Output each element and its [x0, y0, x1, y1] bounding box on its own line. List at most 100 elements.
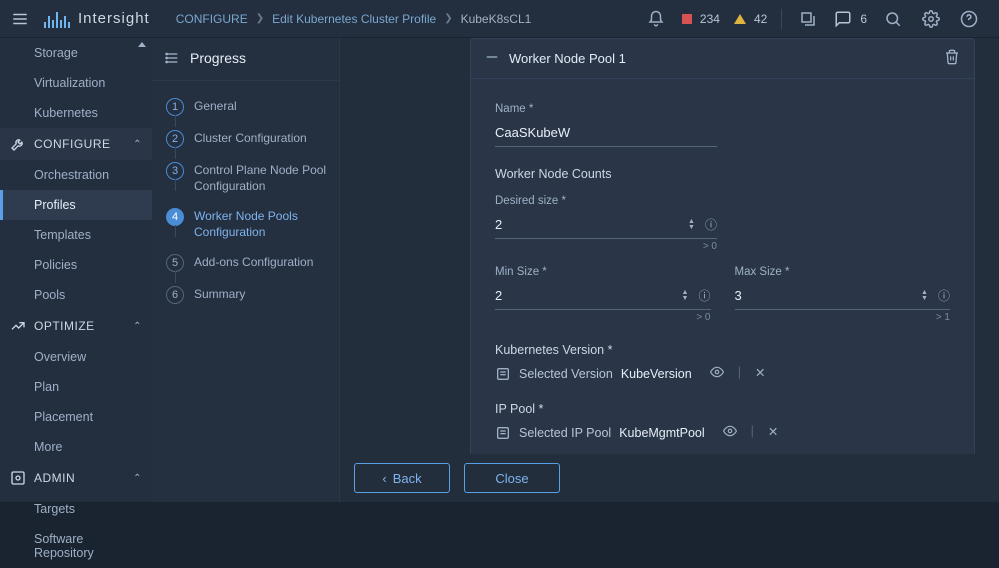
breadcrumb-mid[interactable]: Edit Kubernetes Cluster Profile — [272, 12, 436, 26]
info-icon[interactable]: ⓘ — [698, 287, 710, 304]
step-general[interactable]: 1General — [166, 91, 329, 123]
sidebar-item-kubernetes[interactable]: Kubernetes — [0, 98, 152, 128]
desired-input-wrap: ▲▼ ⓘ — [495, 211, 717, 239]
sidebar-item-templates[interactable]: Templates — [0, 220, 152, 250]
progress-header: Progress — [152, 38, 339, 81]
chevron-right-icon: ❯ — [256, 13, 264, 24]
k8s-version-label: Kubernetes Version * — [495, 343, 950, 357]
close-label: Close — [495, 471, 528, 486]
min-input[interactable] — [495, 282, 678, 309]
step-number: 4 — [166, 208, 184, 226]
step-label: Summary — [194, 286, 245, 303]
warning-count: 42 — [754, 12, 767, 26]
search-icon[interactable] — [881, 7, 905, 31]
alert-errors[interactable]: 234 — [682, 12, 720, 26]
selected-ip-chip: Selected IP Pool KubeMgmtPool | ✕ — [495, 424, 950, 441]
selected-ip-prefix: Selected IP Pool — [519, 426, 611, 440]
sidebar-item-policies[interactable]: Policies — [0, 250, 152, 280]
name-input-wrap — [495, 119, 717, 147]
min-label: Min Size * — [495, 266, 711, 278]
sidebar-group-admin[interactable]: ADMIN ⌃ — [0, 462, 152, 494]
selected-ip-value: KubeMgmtPool — [619, 426, 704, 440]
bell-icon[interactable] — [644, 7, 668, 31]
sidebar-item-targets[interactable]: Targets — [0, 494, 152, 524]
max-input-wrap: ▲▼ ⓘ — [735, 282, 951, 310]
step-addons[interactable]: 5Add-ons Configuration — [166, 247, 329, 279]
sidebar-group-optimize[interactable]: OPTIMIZE ⌃ — [0, 310, 152, 342]
step-label: Cluster Configuration — [194, 130, 307, 147]
alert-warnings[interactable]: 42 — [734, 12, 767, 26]
panel-header: Worker Node Pool 1 — [471, 39, 974, 79]
max-helper: > 1 — [735, 312, 951, 323]
counts-section-label: Worker Node Counts — [495, 167, 950, 181]
eye-icon[interactable] — [719, 424, 741, 441]
step-label: Control Plane Node Pool Configuration — [194, 162, 329, 194]
sidebar-item-placement[interactable]: Placement — [0, 402, 152, 432]
close-button[interactable]: Close — [464, 463, 560, 493]
sidebar: Storage Virtualization Kubernetes CONFIG… — [0, 38, 152, 502]
gear-icon[interactable] — [919, 7, 943, 31]
max-input[interactable] — [735, 282, 918, 309]
close-icon[interactable]: ✕ — [751, 365, 769, 382]
hamburger-icon[interactable] — [8, 7, 32, 31]
chevron-right-icon: ❯ — [444, 13, 452, 24]
back-label: Back — [393, 471, 422, 486]
error-icon — [682, 14, 692, 24]
sidebar-item-plan[interactable]: Plan — [0, 372, 152, 402]
step-worker-pools[interactable]: 4Worker Node Pools Configuration — [166, 201, 329, 247]
brand-text: Intersight — [78, 10, 150, 27]
footer-bar: ‹ Back Close — [340, 454, 999, 502]
content-column: Worker Node Pool 1 Name * Worker Node Co… — [340, 38, 999, 502]
brand-logo[interactable]: Intersight — [42, 10, 152, 28]
chat-button[interactable]: 6 — [834, 10, 867, 28]
chat-count: 6 — [860, 12, 867, 26]
sidebar-group-label: ADMIN — [34, 471, 75, 485]
progress-column: Progress 1General 2 Cluster Configuration… — [152, 38, 340, 502]
max-label: Max Size * — [735, 266, 951, 278]
scroll-up-icon[interactable] — [136, 38, 148, 50]
sidebar-group-configure[interactable]: CONFIGURE ⌃ — [0, 128, 152, 160]
step-number: 2 — [166, 130, 184, 148]
step-number: 6 — [166, 286, 184, 304]
selected-version-chip: Selected Version KubeVersion | ✕ — [495, 365, 950, 382]
sidebar-item-pools[interactable]: Pools — [0, 280, 152, 310]
chevron-up-icon: ⌃ — [133, 473, 142, 484]
chip-actions: | ✕ — [719, 424, 783, 441]
sidebar-item-storage[interactable]: Storage — [0, 38, 152, 68]
worker-node-pool-panel: Worker Node Pool 1 Name * Worker Node Co… — [470, 38, 975, 502]
step-summary[interactable]: 6 Summary — [166, 279, 329, 311]
sidebar-item-software-repository[interactable]: Software Repository — [0, 524, 152, 568]
stepper-icons[interactable]: ▲▼ — [678, 290, 693, 302]
desired-label: Desired size * — [495, 195, 717, 207]
policy-icon — [495, 425, 511, 441]
main-area: Storage Virtualization Kubernetes CONFIG… — [0, 38, 999, 502]
step-number: 1 — [166, 98, 184, 116]
back-button[interactable]: ‹ Back — [354, 463, 450, 493]
info-icon[interactable]: ⓘ — [705, 216, 717, 233]
breadcrumb-root[interactable]: CONFIGURE — [176, 12, 248, 26]
topbar: Intersight CONFIGURE ❯ Edit Kubernetes C… — [0, 0, 999, 38]
collapse-icon[interactable] — [485, 50, 499, 67]
name-input[interactable] — [495, 119, 717, 146]
sidebar-item-more[interactable]: More — [0, 432, 152, 462]
step-cluster-config[interactable]: 2 Cluster Configuration — [166, 123, 329, 155]
stepper-icons[interactable]: ▲▼ — [917, 290, 932, 302]
tasks-icon[interactable] — [796, 7, 820, 31]
desired-helper: > 0 — [495, 241, 717, 252]
step-number: 3 — [166, 162, 184, 180]
delete-icon[interactable] — [944, 49, 960, 68]
chevron-up-icon: ⌃ — [133, 321, 142, 332]
chip-actions: | ✕ — [706, 365, 770, 382]
stepper-icons[interactable]: ▲▼ — [684, 219, 699, 231]
sidebar-item-overview[interactable]: Overview — [0, 342, 152, 372]
sidebar-item-profiles[interactable]: Profiles — [0, 190, 152, 220]
policy-icon — [495, 366, 511, 382]
desired-input[interactable] — [495, 211, 684, 238]
info-icon[interactable]: ⓘ — [938, 287, 950, 304]
sidebar-item-virtualization[interactable]: Virtualization — [0, 68, 152, 98]
step-control-plane[interactable]: 3 Control Plane Node Pool Configuration — [166, 155, 329, 201]
eye-icon[interactable] — [706, 365, 728, 382]
close-icon[interactable]: ✕ — [764, 424, 782, 441]
sidebar-item-orchestration[interactable]: Orchestration — [0, 160, 152, 190]
help-icon[interactable] — [957, 7, 981, 31]
